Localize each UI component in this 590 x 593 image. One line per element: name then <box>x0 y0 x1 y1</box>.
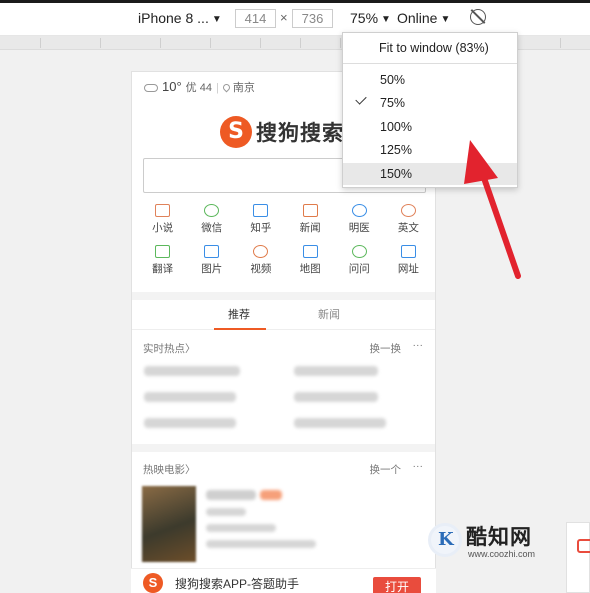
app-download-banner[interactable]: S 搜狗搜索APP-答题助手 打开 <box>131 568 436 593</box>
chevron-down-icon: ▼ <box>211 14 222 25</box>
hot-topics-title[interactable]: 实时热点〉 <box>143 341 196 356</box>
device-select[interactable]: iPhone 8 ... ▼ <box>138 10 222 26</box>
quick-link-video[interactable]: 视频 <box>236 245 285 276</box>
screen: iPhone 8 ... ▼ 414 × 736 75% ▼ Online ▼ 10°… <box>0 0 590 593</box>
map-icon <box>302 245 318 258</box>
quick-link-wechat[interactable]: 微信 <box>187 204 236 235</box>
window-top-edge <box>0 0 590 3</box>
sogou-s-icon: S <box>143 573 163 593</box>
zoom-select[interactable]: 75% ▼ <box>350 10 391 26</box>
arrow-shaft <box>481 175 521 279</box>
hot-topics-refresh[interactable]: 换一换 <box>370 341 402 356</box>
zoom-menu: Fit to window (83%) 50% 75% 100% 125% 15… <box>342 32 518 188</box>
width-input[interactable]: 414 <box>235 9 276 28</box>
checkmark-icon <box>355 93 367 105</box>
more-dots-icon[interactable]: ··· <box>413 460 424 472</box>
location-pin-icon <box>221 82 232 93</box>
quick-link-wenwen[interactable]: 问问 <box>335 245 384 276</box>
active-tab-indicator <box>214 328 266 330</box>
movies-refresh[interactable]: 换一个 <box>370 462 402 477</box>
image-icon <box>204 245 220 258</box>
movie-meta <box>206 540 316 548</box>
more-dots-icon[interactable]: ··· <box>413 339 424 351</box>
movies-title[interactable]: 热映电影〉 <box>143 462 196 477</box>
tab-news[interactable]: 新闻 <box>318 306 340 322</box>
zoom-option-125[interactable]: 125% <box>343 139 517 161</box>
zoom-option-100[interactable]: 100% <box>343 116 517 138</box>
quick-links: 小说 微信 知乎 新闻 明医 英文 翻译 图片 视频 地图 问问 网址 <box>138 204 433 276</box>
weather-bar[interactable]: 10° 优 44 | 南京 <box>144 79 255 95</box>
movie-score <box>260 490 282 500</box>
device-toolbar: iPhone 8 ... ▼ 414 × 736 75% ▼ Online ▼ <box>0 0 590 36</box>
chevron-down-icon: ▼ <box>440 14 451 25</box>
quick-link-zhihu[interactable]: 知乎 <box>236 204 285 235</box>
sogou-s-icon: S <box>220 116 252 148</box>
quick-link-english[interactable]: 英文 <box>384 204 433 235</box>
city-name: 南京 <box>232 82 255 94</box>
tab-recommend[interactable]: 推荐 <box>228 306 250 322</box>
open-app-button[interactable]: 打开 <box>373 577 421 593</box>
height-input[interactable]: 736 <box>292 9 333 28</box>
sogou-logo: S 搜狗搜索 <box>220 115 344 149</box>
dimension-separator: × <box>280 10 288 25</box>
zoom-option-150[interactable]: 150% <box>343 163 517 185</box>
zhihu-icon <box>253 204 269 217</box>
quick-link-doctor[interactable]: 明医 <box>335 204 384 235</box>
network-select-label: Online <box>397 10 438 26</box>
hot-topic-item[interactable] <box>294 418 386 428</box>
book-icon <box>155 204 171 217</box>
quick-link-sites[interactable]: 网址 <box>384 245 433 276</box>
quick-link-news[interactable]: 新闻 <box>286 204 335 235</box>
hot-topic-item[interactable] <box>144 392 236 402</box>
section-divider <box>132 292 435 300</box>
rotate-icon[interactable] <box>470 9 486 25</box>
newspaper-icon <box>302 204 318 217</box>
quick-link-images[interactable]: 图片 <box>187 245 236 276</box>
zoom-option-fit[interactable]: Fit to window (83%) <box>343 37 517 59</box>
watermark-title: 酷知网 <box>466 526 532 549</box>
network-throttle-select[interactable]: Online ▼ <box>397 10 450 26</box>
quick-link-translate[interactable]: 翻译 <box>138 245 187 276</box>
temperature: 10° <box>162 79 182 94</box>
side-widget[interactable] <box>566 522 590 593</box>
movie-title[interactable] <box>206 490 256 500</box>
watermark-url: www.coozhi.com <box>468 549 536 559</box>
hot-topic-item[interactable] <box>144 366 240 376</box>
question-icon <box>351 245 367 258</box>
air-quality: 优 44 <box>185 82 212 94</box>
device-select-label: iPhone 8 ... <box>138 10 209 26</box>
menu-separator <box>343 63 517 64</box>
translate-swirl-icon <box>400 204 416 217</box>
cloud-icon <box>144 84 158 92</box>
play-icon <box>253 245 269 258</box>
section-divider <box>132 444 435 452</box>
feedback-icon <box>577 539 590 553</box>
zoom-select-label: 75% <box>350 10 379 26</box>
hot-topic-item[interactable] <box>294 392 378 402</box>
grid-icon <box>400 245 416 258</box>
hot-topic-item[interactable] <box>294 366 378 376</box>
coozhi-logo-icon: K <box>428 523 462 557</box>
wechat-icon <box>204 204 220 217</box>
movie-poster[interactable] <box>142 486 196 562</box>
hot-topic-item[interactable] <box>144 418 236 428</box>
translate-icon <box>155 245 171 258</box>
quick-link-map[interactable]: 地图 <box>286 245 335 276</box>
feed-tabs: 推荐 新闻 <box>132 300 435 330</box>
app-banner-text: 搜狗搜索APP-答题助手 <box>175 577 300 591</box>
chevron-down-icon: ▼ <box>381 14 391 25</box>
eye-icon <box>351 204 367 217</box>
movie-meta <box>206 508 246 516</box>
zoom-option-75[interactable]: 75% <box>343 92 517 114</box>
zoom-option-50[interactable]: 50% <box>343 69 517 91</box>
logo-text: 搜狗搜索 <box>256 122 344 145</box>
movie-meta <box>206 524 276 532</box>
quick-link-novel[interactable]: 小说 <box>138 204 187 235</box>
coozhi-watermark: K 酷知网 www.coozhi.com <box>424 520 564 570</box>
